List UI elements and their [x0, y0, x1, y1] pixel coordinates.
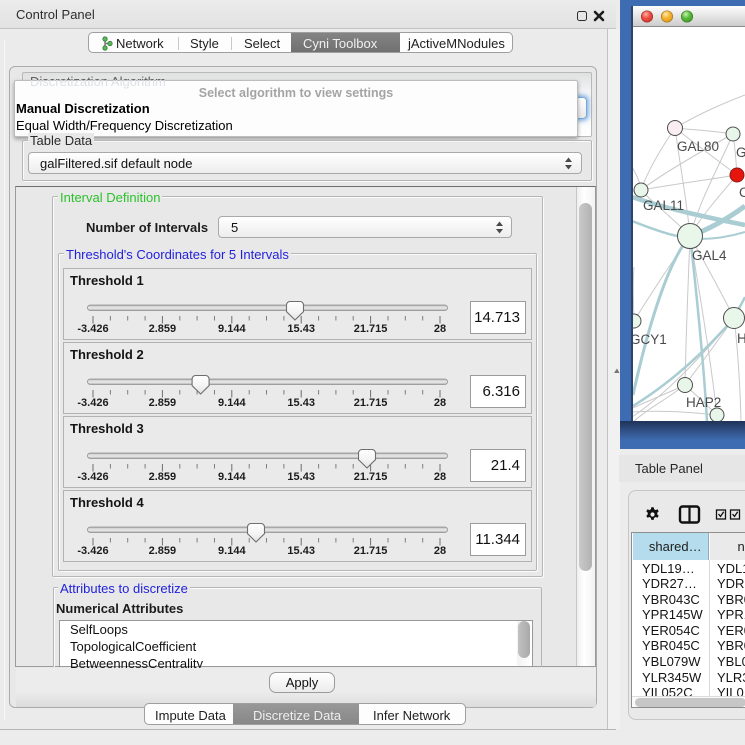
svg-text:2.859: 2.859 — [149, 323, 177, 335]
svg-text:9.144: 9.144 — [218, 471, 246, 483]
svg-text:-3.426: -3.426 — [77, 323, 108, 335]
svg-text:H: H — [737, 331, 745, 346]
svg-text:28: 28 — [434, 323, 446, 335]
svg-text:C: C — [739, 185, 745, 200]
svg-text:21.715: 21.715 — [354, 471, 388, 483]
svg-text:15.43: 15.43 — [287, 471, 315, 483]
svg-text:28: 28 — [434, 397, 446, 409]
svg-text:-3.426: -3.426 — [77, 471, 108, 483]
svg-text:9.144: 9.144 — [218, 397, 246, 409]
svg-text:21.715: 21.715 — [354, 397, 388, 409]
svg-text:15.43: 15.43 — [287, 397, 315, 409]
svg-text:28: 28 — [434, 471, 446, 483]
svg-text:-3.426: -3.426 — [77, 397, 108, 409]
svg-text:GCY1: GCY1 — [632, 332, 667, 347]
svg-text:GAL80: GAL80 — [677, 139, 719, 154]
svg-text:2.859: 2.859 — [149, 397, 177, 409]
svg-text:9.144: 9.144 — [218, 545, 246, 557]
svg-text:21.715: 21.715 — [354, 545, 388, 557]
svg-text:GAL4: GAL4 — [692, 248, 727, 263]
svg-text:-3.426: -3.426 — [77, 545, 108, 557]
svg-text:9.144: 9.144 — [218, 323, 246, 335]
svg-text:21.715: 21.715 — [354, 323, 388, 335]
svg-text:2.859: 2.859 — [149, 471, 177, 483]
svg-text:HAP2: HAP2 — [686, 395, 721, 410]
svg-text:G: G — [736, 145, 745, 160]
svg-text:28: 28 — [434, 545, 446, 557]
svg-text:2.859: 2.859 — [149, 545, 177, 557]
svg-text:GAL11: GAL11 — [643, 198, 684, 213]
svg-text:15.43: 15.43 — [287, 545, 315, 557]
svg-text:15.43: 15.43 — [287, 323, 315, 335]
